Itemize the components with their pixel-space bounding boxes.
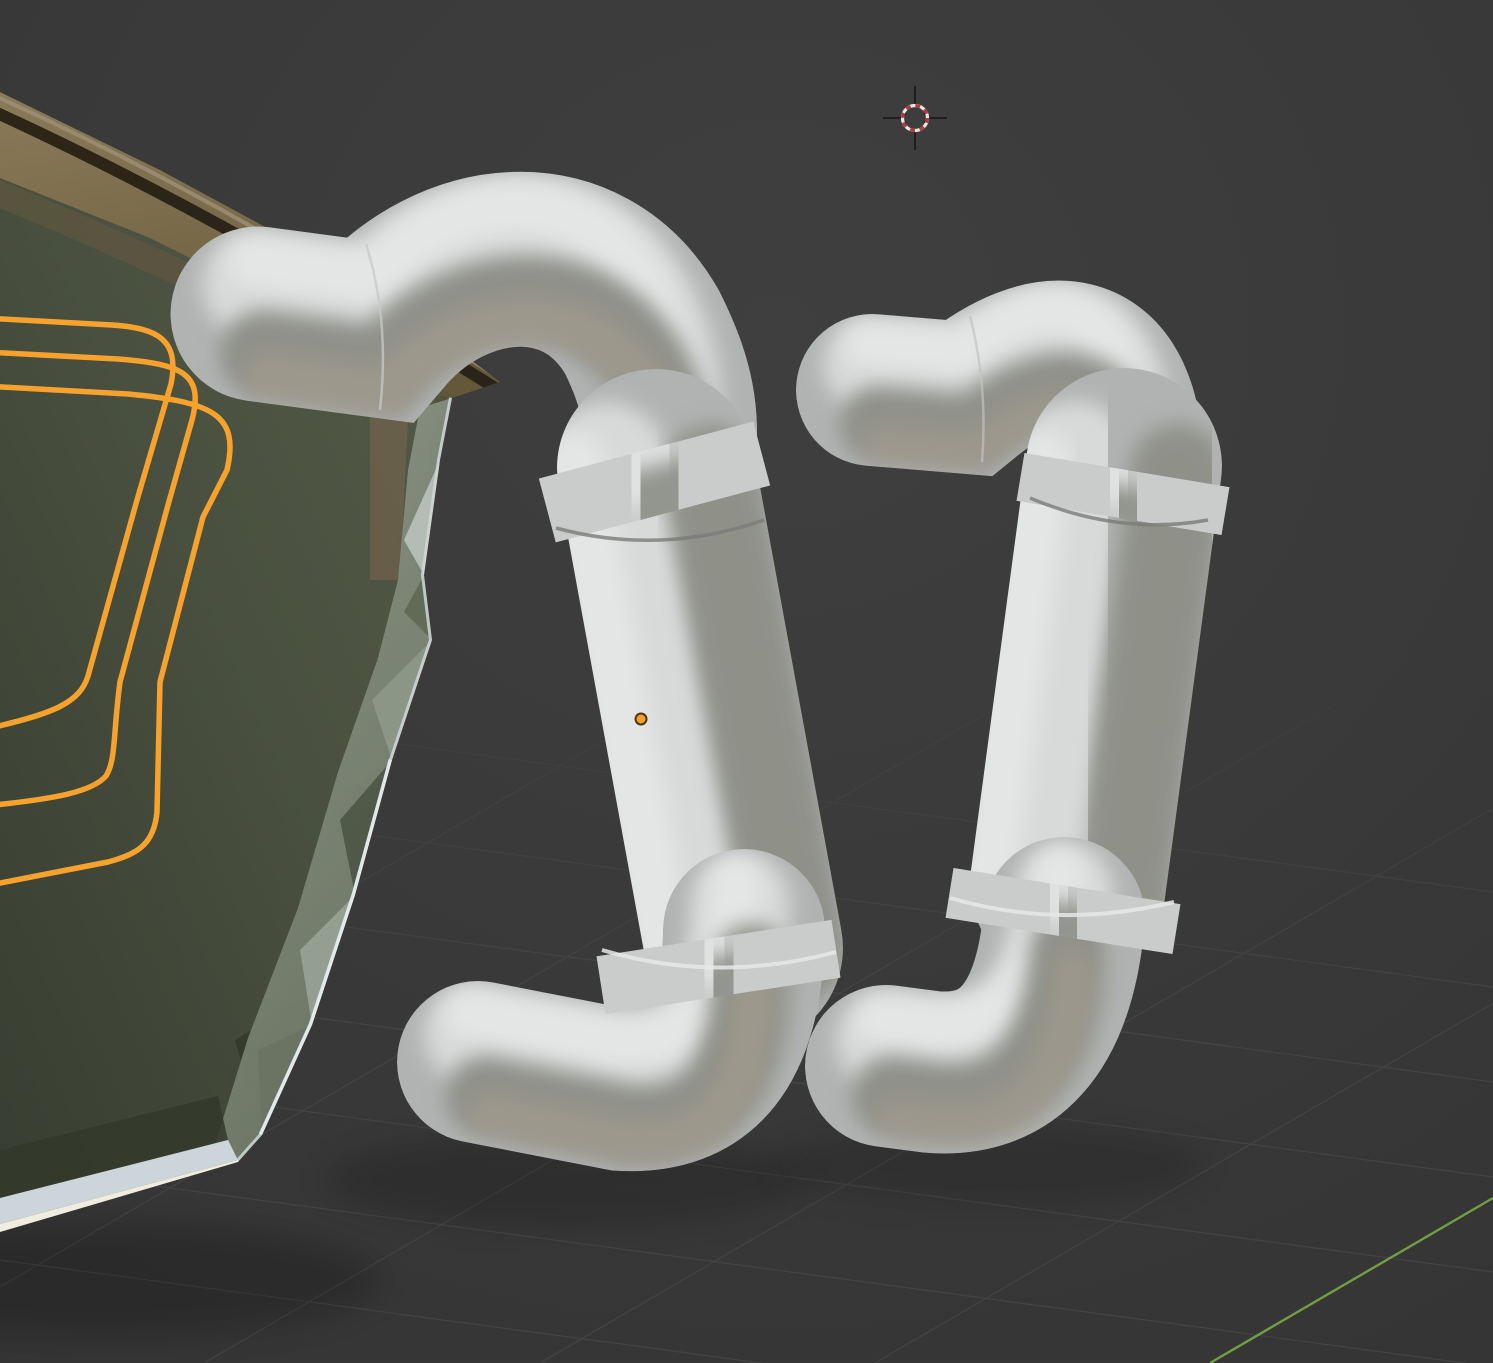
pipe-shading-layer (719, 956, 728, 1014)
pipe-shading-layer (651, 467, 668, 531)
object-origin-dot[interactable] (636, 714, 647, 725)
pipe-large-collar-top[interactable] (642, 436, 668, 531)
viewport-3d[interactable] (0, 0, 1493, 1363)
pipe-shading-layer (1124, 487, 1132, 535)
viewport-canvas[interactable] (0, 0, 1493, 1363)
pipe-shading-layer (1064, 904, 1072, 954)
